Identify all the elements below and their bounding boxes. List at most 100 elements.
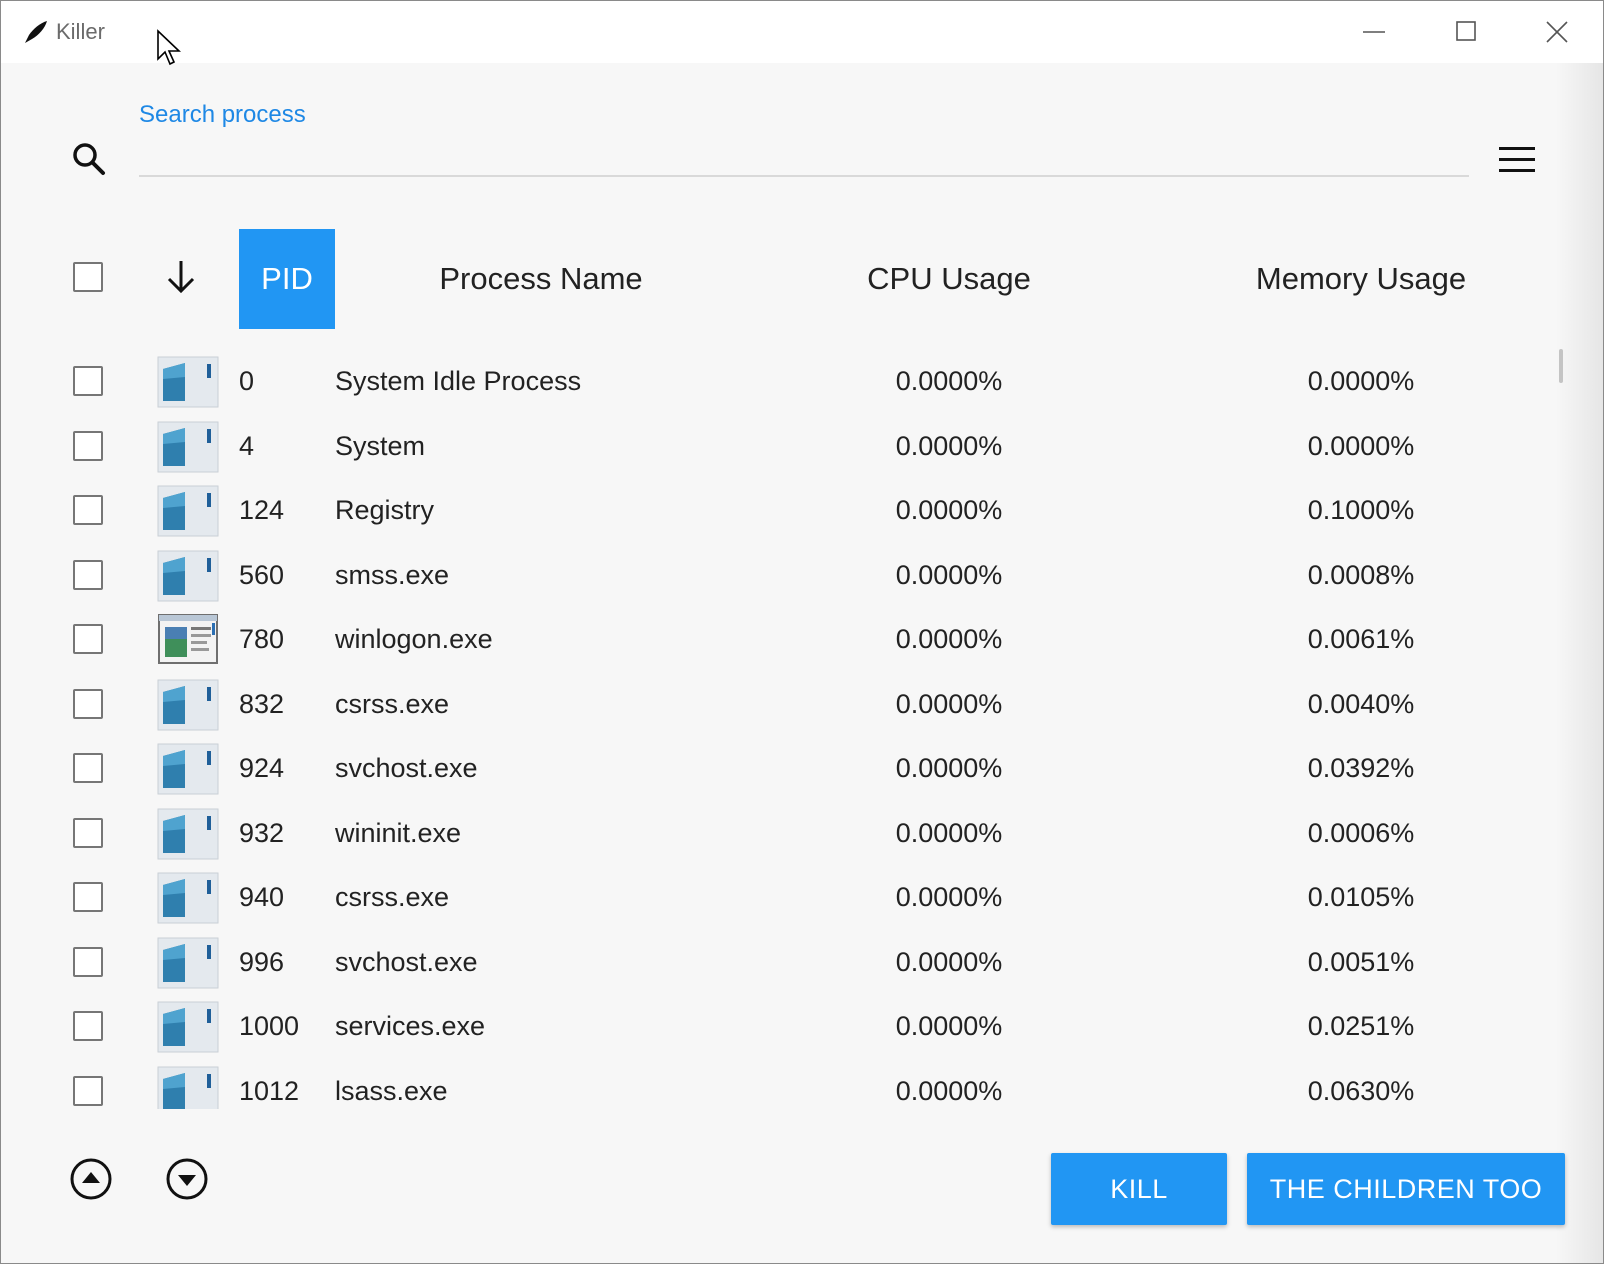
window-edge-shadow [1555, 63, 1603, 1263]
cell-process-name: System Idle Process [335, 366, 582, 396]
search-input[interactable] [139, 137, 1469, 177]
cell-memory-usage: 0.1000% [1307, 495, 1415, 525]
table-row[interactable]: 1012 lsass.exe 0.0000% 0.0630% [1, 1059, 1561, 1109]
maximize-icon [1456, 21, 1476, 41]
close-button[interactable] [1511, 1, 1599, 63]
close-icon [1546, 21, 1568, 43]
generic-app-icon [157, 550, 219, 601]
row-checkbox[interactable] [73, 495, 103, 525]
cell-process-name: csrss.exe [335, 688, 450, 719]
row-checkbox[interactable] [73, 882, 103, 912]
mouse-cursor-icon [157, 29, 181, 66]
window-title: Killer [56, 19, 105, 44]
row-checkbox[interactable] [73, 1075, 103, 1106]
generic-app-icon [157, 743, 219, 795]
cell-process-name: svchost.exe [335, 753, 478, 783]
table-row[interactable]: 4 System 0.0000% 0.0000% [1, 414, 1561, 478]
circle-arrow-up-icon[interactable] [69, 1157, 113, 1201]
cell-cpu-usage: 0.0000% [895, 366, 1003, 396]
table-row[interactable]: 932 wininit.exe 0.0000% 0.0006% [1, 801, 1561, 865]
generic-app-icon [157, 679, 219, 730]
cell-cpu-usage: 0.0000% [895, 624, 1003, 654]
cell-memory-usage: 0.0392% [1307, 753, 1415, 783]
table-row[interactable]: 0 System Idle Process 0.0000% 0.0000% [1, 349, 1561, 413]
generic-app-icon [157, 1001, 219, 1053]
row-checkbox[interactable] [73, 688, 103, 719]
cell-memory-usage: 0.0000% [1307, 430, 1415, 461]
cell-cpu-usage: 0.0000% [895, 882, 1003, 912]
cell-memory-usage: 0.0006% [1307, 817, 1415, 848]
cell-pid: 832 [239, 688, 285, 719]
table-row[interactable]: 1000 services.exe 0.0000% 0.0251% [1, 994, 1561, 1058]
minimize-icon [1363, 31, 1385, 33]
cell-memory-usage: 0.0630% [1307, 1075, 1415, 1106]
table-row[interactable]: 560 smss.exe 0.0000% 0.0008% [1, 543, 1561, 607]
kill-children-button[interactable]: THE CHILDREN TOO [1247, 1153, 1565, 1225]
cell-process-name: svchost.exe [335, 946, 478, 977]
cell-pid: 4 [239, 430, 255, 461]
title-bar[interactable]: Killer [1, 1, 1603, 66]
quill-icon [25, 21, 47, 43]
column-header-cpu-usage[interactable]: CPU Usage [841, 229, 1057, 329]
cell-process-name: System [335, 430, 426, 461]
row-checkbox[interactable] [73, 559, 103, 590]
cell-memory-usage: 0.0040% [1307, 688, 1415, 719]
circle-arrow-down-icon[interactable] [165, 1157, 209, 1201]
generic-app-icon [157, 937, 219, 988]
cell-memory-usage: 0.0105% [1307, 882, 1415, 912]
row-checkbox[interactable] [73, 1011, 103, 1041]
search-label: Search process [139, 101, 306, 128]
scrollbar-thumb[interactable] [1559, 349, 1563, 383]
maximize-button[interactable] [1421, 1, 1509, 63]
row-checkbox[interactable] [73, 946, 103, 977]
cell-pid: 924 [239, 753, 285, 783]
cell-pid: 560 [239, 559, 285, 590]
generic-app-icon [157, 872, 219, 924]
table-row[interactable]: 124 Registry 0.0000% 0.1000% [1, 478, 1561, 542]
generic-app-icon [157, 808, 219, 859]
table-row[interactable]: 940 csrss.exe 0.0000% 0.0105% [1, 865, 1561, 929]
column-header-pid[interactable]: PID [239, 229, 335, 329]
cell-pid: 1012 [239, 1075, 300, 1106]
table-row[interactable]: 780 winlogon.exe 0.0000% 0.0061% [1, 607, 1561, 671]
hamburger-menu-icon[interactable] [1497, 143, 1537, 177]
kill-button[interactable]: KILL [1051, 1153, 1227, 1225]
cell-pid: 940 [239, 882, 285, 912]
row-checkbox[interactable] [73, 430, 103, 461]
table-header: PID Process Name CPU Usage Memory Usage [1, 229, 1561, 329]
cell-cpu-usage: 0.0000% [895, 688, 1003, 719]
cell-pid: 996 [239, 946, 285, 977]
table-row[interactable]: 832 csrss.exe 0.0000% 0.0040% [1, 672, 1561, 736]
cell-cpu-usage: 0.0000% [895, 495, 1003, 525]
select-all-checkbox[interactable] [73, 262, 103, 292]
cell-process-name: csrss.exe [335, 882, 450, 912]
generic-app-icon [157, 1066, 219, 1109]
row-checkbox[interactable] [73, 366, 103, 396]
cell-cpu-usage: 0.0000% [895, 559, 1003, 590]
process-list[interactable]: 0 System Idle Process 0.0000% 0.0000% 4 Syste… [1, 349, 1561, 1109]
table-row[interactable]: 924 svchost.exe 0.0000% 0.0392% [1, 736, 1561, 800]
cell-process-name: Registry [335, 495, 435, 525]
cell-pid: 1000 [239, 1011, 300, 1041]
cell-cpu-usage: 0.0000% [895, 817, 1003, 848]
cell-cpu-usage: 0.0000% [895, 753, 1003, 783]
cell-memory-usage: 0.0061% [1307, 624, 1415, 654]
column-header-process-name[interactable]: Process Name [401, 229, 681, 329]
cell-cpu-usage: 0.0000% [895, 430, 1003, 461]
row-checkbox[interactable] [73, 753, 103, 783]
cell-memory-usage: 0.0000% [1307, 366, 1415, 396]
cell-pid: 124 [239, 495, 285, 525]
app-window: Killer Search process PID Process Name C… [0, 0, 1604, 1264]
cell-pid: 780 [239, 624, 285, 654]
cell-process-name: lsass.exe [335, 1075, 448, 1106]
arrow-down-icon[interactable] [161, 257, 201, 297]
generic-app-icon [157, 421, 219, 472]
table-row[interactable]: 996 svchost.exe 0.0000% 0.0051% [1, 930, 1561, 994]
column-header-memory-usage[interactable]: Memory Usage [1231, 229, 1491, 329]
minimize-button[interactable] [1331, 1, 1419, 63]
row-checkbox[interactable] [73, 817, 103, 848]
cell-memory-usage: 0.0008% [1307, 559, 1415, 590]
cell-pid: 932 [239, 817, 285, 848]
row-checkbox[interactable] [73, 624, 103, 654]
cell-cpu-usage: 0.0000% [895, 1011, 1003, 1041]
